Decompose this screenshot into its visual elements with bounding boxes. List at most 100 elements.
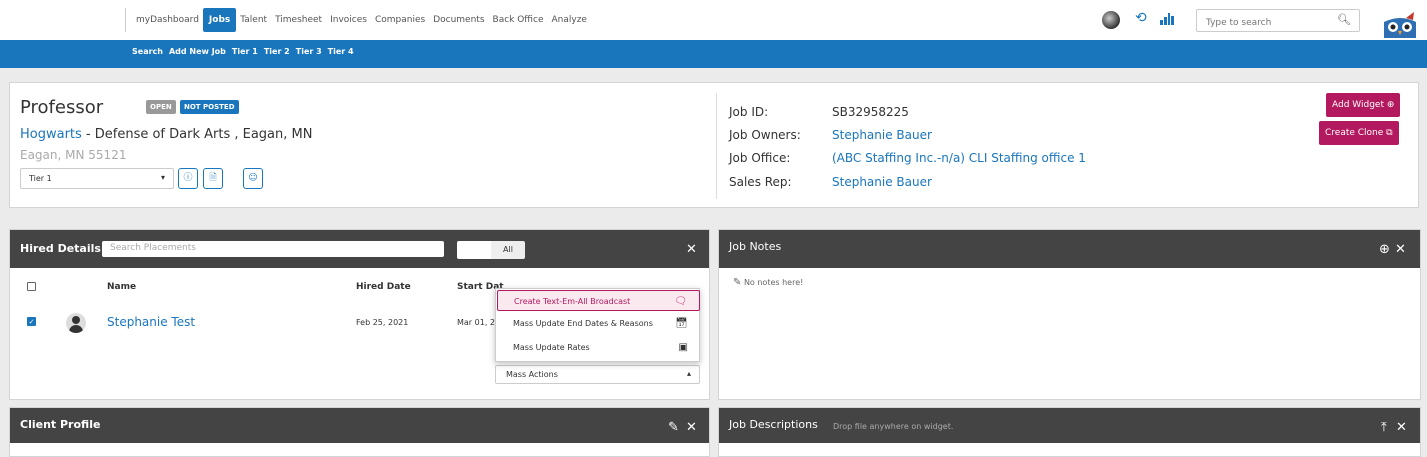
job-id-label: Job ID: — [729, 105, 769, 119]
global-search[interactable]: 🔍︎ — [1196, 9, 1360, 34]
empty-notes: ✎ No notes here! — [733, 277, 803, 288]
toggle-all-label[interactable]: All — [491, 241, 525, 259]
subnav-tier-1[interactable]: Tier 1 — [232, 47, 258, 56]
job-descriptions-title: Job Descriptions — [729, 418, 818, 431]
globe-icon[interactable] — [1102, 11, 1120, 29]
client-line: Hogwarts - Defense of Dark Arts , Eagan,… — [20, 127, 312, 142]
pencil-icon: ✎ — [733, 277, 742, 288]
sales-rep-link[interactable]: Stephanie Bauer — [832, 175, 932, 189]
hired-details-title: Hired Details — [20, 242, 101, 255]
mass-actions-menu: Create Text-Em-All Broadcast 🗨︎ Mass Upd… — [495, 288, 700, 362]
mass-actions-label: Mass Actions — [506, 370, 558, 379]
subnav-add-new-job[interactable]: Add New Job — [169, 47, 226, 56]
add-note-icon[interactable]: ⊕ — [1379, 242, 1390, 257]
nav-analyze[interactable]: Analyze — [548, 8, 591, 32]
analytics-icon[interactable] — [1160, 13, 1174, 25]
edit-icon[interactable]: ✎ — [668, 420, 679, 435]
select-all-checkbox[interactable] — [27, 282, 36, 291]
job-notes-title: Job Notes — [729, 240, 782, 253]
refresh-icon[interactable]: ⟲ — [1135, 10, 1147, 26]
main-nav: myDashboard Jobs Talent Timesheet Invoic… — [125, 8, 591, 32]
menu-item-label: Mass Update Rates — [513, 343, 590, 352]
subnav-tier-3[interactable]: Tier 3 — [296, 47, 322, 56]
sales-rep-label: Sales Rep: — [729, 175, 792, 189]
hired-date-cell: Feb 25, 2021 — [356, 318, 409, 327]
contacts-button[interactable]: ☺ — [243, 168, 263, 189]
job-notes-panel: Job Notes ⊕ ✕ ✎ No notes here! — [718, 229, 1421, 400]
search-input[interactable] — [1197, 12, 1327, 34]
chat-icon: 🗨︎ — [674, 296, 687, 307]
drop-file-hint: Drop file anywhere on widget. — [833, 422, 954, 431]
hired-details-header: Hired Details Search Placements All ✕ — [10, 230, 709, 268]
owl-mascot-icon[interactable] — [1380, 12, 1420, 38]
client-profile-panel: Client Profile ✎ ✕ — [9, 407, 710, 457]
word-doc-button[interactable]: 🗎︎ — [203, 168, 223, 189]
nav-jobs[interactable]: Jobs — [202, 8, 237, 32]
close-icon[interactable]: ✕ — [686, 420, 697, 435]
close-icon[interactable]: ✕ — [1395, 242, 1406, 257]
nav-companies[interactable]: Companies — [371, 8, 429, 32]
job-owners-label: Job Owners: — [729, 128, 801, 142]
add-widget-button[interactable]: Add Widget ⊕ — [1326, 93, 1401, 117]
toggle-knob[interactable] — [457, 241, 491, 259]
menu-item-text-em-all-broadcast[interactable]: Create Text-Em-All Broadcast 🗨︎ — [497, 290, 700, 311]
create-clone-button[interactable]: Create Clone ⧉ — [1319, 121, 1399, 145]
job-descriptions-header: Job Descriptions Drop file anywhere on w… — [719, 408, 1420, 443]
job-owners-link[interactable]: Stephanie Bauer — [832, 128, 932, 142]
sub-nav-bar: Search Add New Job Tier 1 Tier 2 Tier 3 … — [0, 40, 1427, 68]
subnav-tier-2[interactable]: Tier 2 — [264, 47, 290, 56]
info-button[interactable]: ⓘ — [178, 168, 198, 189]
calendar-icon: 📅︎ — [675, 318, 688, 329]
nav-back-office[interactable]: Back Office — [489, 8, 548, 32]
nav-talent[interactable]: Talent — [236, 8, 271, 32]
upload-icon[interactable]: ⤒ — [1381, 420, 1387, 435]
client-link[interactable]: Hogwarts — [20, 127, 82, 142]
tier-select-value: Tier 1 — [29, 174, 52, 183]
subnav-tier-4[interactable]: Tier 4 — [328, 47, 354, 56]
word-doc-icon: 🗎︎ — [209, 173, 217, 183]
nav-timesheet[interactable]: Timesheet — [271, 8, 326, 32]
mass-actions-select[interactable]: Mass Actions ▴ — [495, 365, 700, 384]
caret-up-icon: ▴ — [686, 369, 691, 378]
row-checkbox[interactable]: ✓ — [27, 317, 36, 326]
status-badge-open: OPEN — [146, 100, 176, 114]
top-bar: myDashboard Jobs Talent Timesheet Invoic… — [0, 0, 1427, 40]
column-name[interactable]: Name — [107, 282, 136, 292]
client-profile-header: Client Profile ✎ ✕ — [10, 408, 709, 443]
search-icon[interactable]: 🔍︎ — [1337, 13, 1351, 26]
menu-item-label: Mass Update End Dates & Reasons — [513, 319, 653, 328]
job-descriptions-panel: Job Descriptions Drop file anywhere on w… — [718, 407, 1421, 457]
avatar — [66, 313, 86, 333]
job-title: Professor — [20, 97, 104, 118]
start-date-cell: Mar 01, 20 — [457, 318, 501, 327]
menu-item-mass-update-end-dates[interactable]: Mass Update End Dates & Reasons 📅︎ — [497, 313, 700, 335]
job-address: Eagan, MN 55121 — [20, 148, 127, 162]
filter-toggle[interactable]: All — [457, 241, 525, 259]
status-badge-not-posted: NOT POSTED — [180, 100, 239, 114]
menu-item-label: Create Text-Em-All Broadcast — [514, 297, 631, 306]
job-office-link[interactable]: (ABC Staffing Inc.-n/a) CLI Staffing off… — [832, 151, 1086, 165]
close-icon[interactable]: ✕ — [1396, 420, 1407, 435]
job-summary-card: Professor OPEN NOT POSTED Hogwarts - Def… — [9, 82, 1419, 208]
nav-invoices[interactable]: Invoices — [326, 8, 371, 32]
placement-name-link[interactable]: Stephanie Test — [107, 315, 195, 329]
job-office-label: Job Office: — [729, 151, 791, 165]
department-location: - Defense of Dark Arts , Eagan, MN — [81, 127, 313, 142]
nav-documents[interactable]: Documents — [429, 8, 488, 32]
tier-select[interactable]: Tier 1 ▾ — [20, 168, 174, 189]
client-profile-title: Client Profile — [20, 418, 101, 431]
close-icon[interactable]: ✕ — [686, 242, 697, 257]
placement-search-input[interactable]: Search Placements — [102, 241, 444, 257]
people-icon: ☺ — [248, 173, 258, 183]
empty-notes-text: No notes here! — [743, 278, 804, 287]
caret-down-icon: ▾ — [160, 173, 165, 182]
info-icon: ⓘ — [183, 173, 193, 183]
job-notes-header: Job Notes ⊕ ✕ — [719, 230, 1420, 268]
menu-item-mass-update-rates[interactable]: Mass Update Rates ▣ — [497, 337, 700, 359]
vertical-divider — [716, 93, 717, 199]
nav-mydashboard[interactable]: myDashboard — [132, 8, 203, 32]
column-hired-date[interactable]: Hired Date — [356, 282, 411, 292]
rates-icon: ▣ — [678, 342, 688, 353]
subnav-search[interactable]: Search — [132, 47, 163, 56]
job-id-value: SB32958225 — [832, 105, 909, 119]
